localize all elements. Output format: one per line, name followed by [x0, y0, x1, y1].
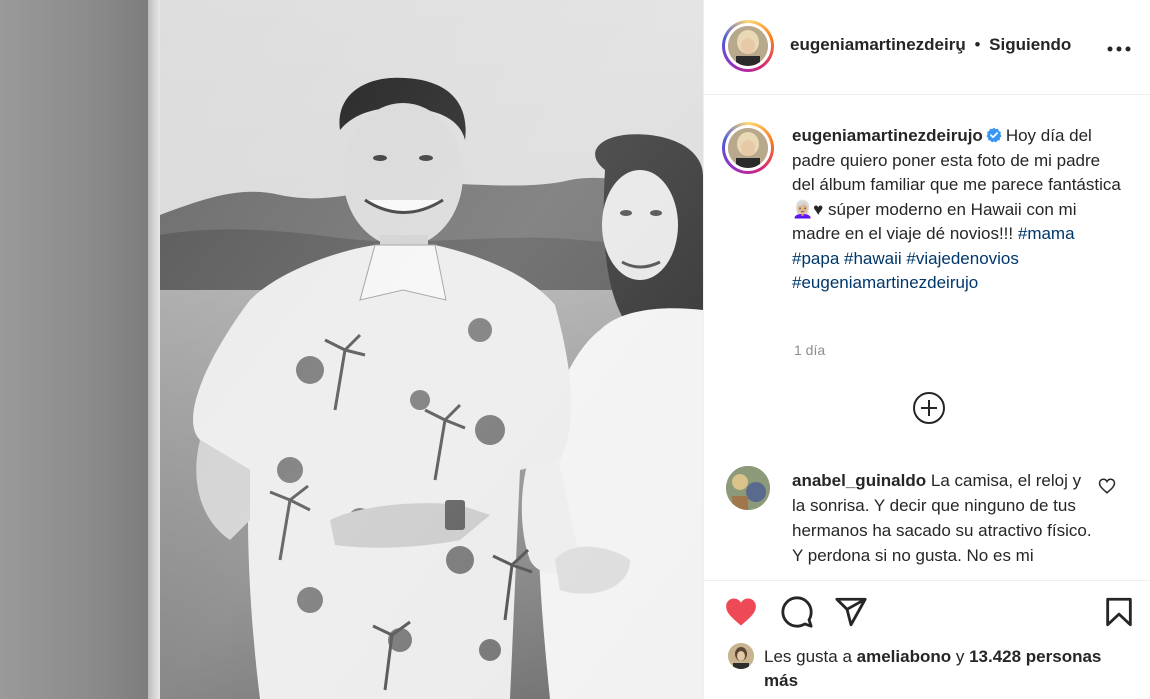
post-timestamp[interactable]: 1 día: [794, 342, 825, 358]
heart-outline-icon[interactable]: [1098, 477, 1116, 495]
liker-avatar[interactable]: [728, 643, 754, 669]
caption-username[interactable]: eugeniamartinezdeirujo: [792, 126, 983, 145]
vintage-photo-illustration: [160, 0, 703, 699]
following-button[interactable]: Siguiendo: [989, 35, 1071, 54]
comment-item: anabel_guinaldo La camisa, el reloj y la…: [704, 460, 1150, 580]
header-username[interactable]: eugeniamartinezdeiru̧: [790, 35, 966, 54]
liker-username[interactable]: ameliabono: [857, 647, 951, 666]
author-avatar[interactable]: [722, 20, 774, 72]
more-horizontal-icon[interactable]: [1107, 36, 1131, 54]
hashtag-eugeniamartinezdeirujo[interactable]: #eugeniamartinezdeirujo: [792, 273, 978, 292]
liker-avatar-image: [728, 643, 754, 669]
likes-prefix: Les gusta a: [764, 647, 852, 666]
likes-middle: y: [955, 647, 965, 666]
post-sidebar: eugeniamartinezdeiru̧ • Siguiendo eugeni…: [703, 0, 1150, 699]
post-photo[interactable]: [0, 0, 703, 699]
hashtag-papa[interactable]: #papa: [792, 249, 839, 268]
bookmark-icon[interactable]: [1102, 595, 1136, 629]
caption-avatar-image: [728, 128, 768, 168]
plus-circle-icon[interactable]: [912, 391, 946, 425]
header-separator: •: [974, 35, 981, 54]
caption-text: eugeniamartinezdeirujo Hoy día del padre …: [792, 124, 1122, 296]
header-text: eugeniamartinezdeiru̧ • Siguiendo: [790, 35, 1071, 55]
commenter-avatar-image: [726, 466, 770, 510]
vintage-photo-print: [160, 0, 703, 699]
likes-text: Les gusta a ameliabono y 13.428 personas…: [764, 645, 1104, 693]
comment-text: anabel_guinaldo La camisa, el reloj y la…: [792, 468, 1092, 568]
heart-filled-icon[interactable]: [724, 595, 758, 629]
author-avatar-image: [728, 26, 768, 66]
actions-bar: Les gusta a ameliabono y 13.428 personas…: [704, 580, 1150, 699]
commenter-avatar[interactable]: [726, 466, 770, 510]
hashtag-viajedenovios[interactable]: #viajedenovios: [906, 249, 1018, 268]
commenter-username[interactable]: anabel_guinaldo: [792, 471, 926, 490]
caption-block: eugeniamartinezdeirujo Hoy día del padre …: [704, 96, 1150, 466]
hashtag-mama[interactable]: #mama: [1018, 224, 1075, 243]
post-header: eugeniamartinezdeiru̧ • Siguiendo: [704, 0, 1150, 95]
album-page-background: [0, 0, 160, 699]
caption-author-avatar[interactable]: [722, 122, 774, 174]
verified-badge-icon: [986, 127, 1002, 143]
share-icon[interactable]: [834, 595, 868, 629]
album-page-edge: [148, 0, 160, 699]
comment-icon[interactable]: [780, 595, 814, 629]
hashtag-hawaii[interactable]: #hawaii: [844, 249, 902, 268]
